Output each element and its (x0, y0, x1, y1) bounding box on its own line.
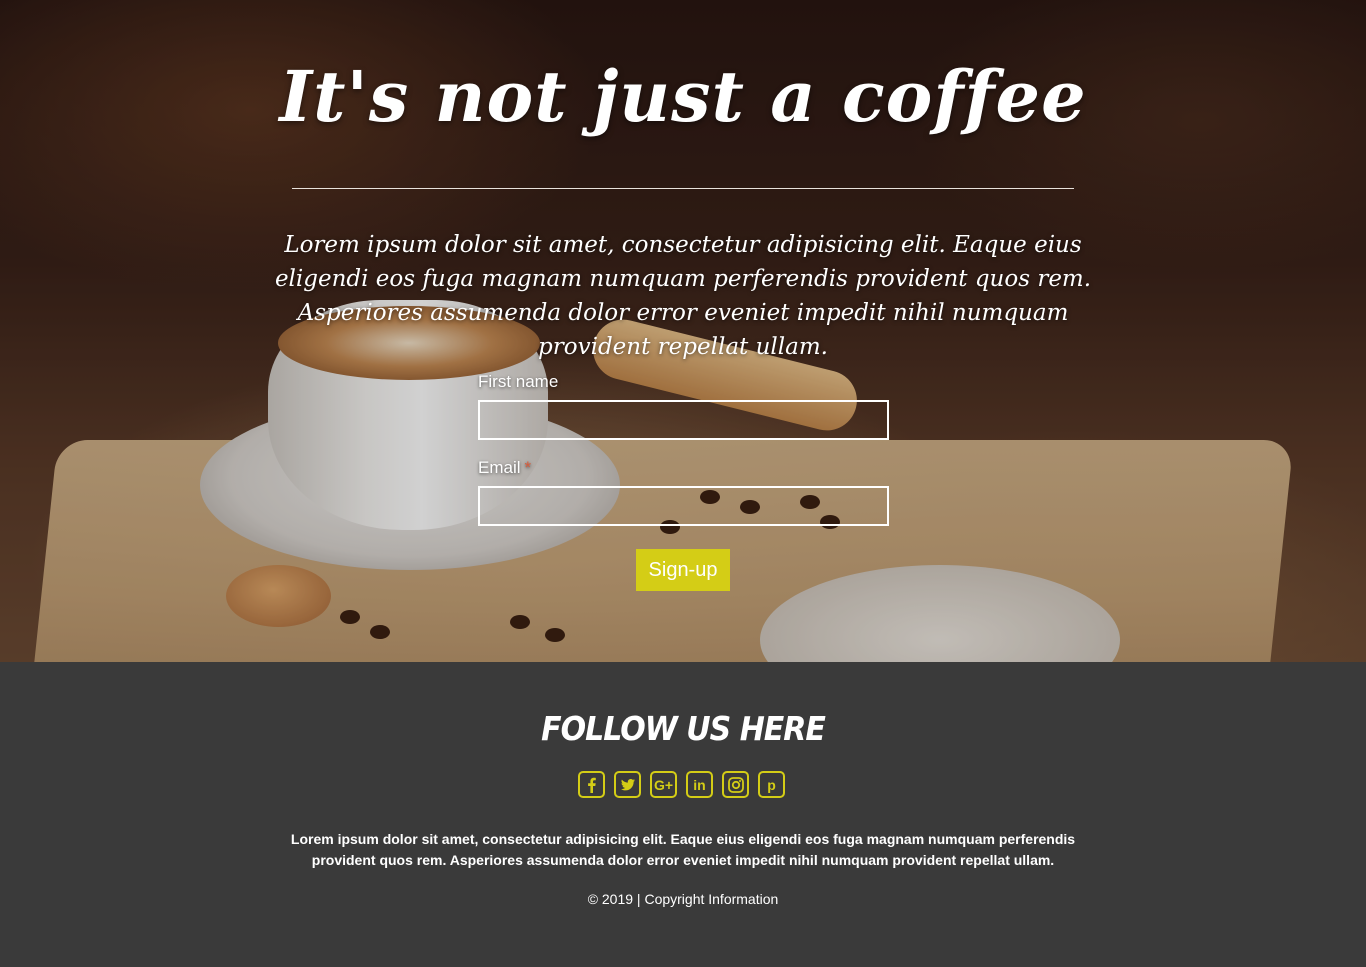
follow-heading: FOLLOW US HERE (541, 710, 826, 749)
facebook-icon[interactable] (578, 771, 605, 798)
twitter-icon[interactable] (614, 771, 641, 798)
instagram-icon[interactable] (722, 771, 749, 798)
social-links: G+ in p (578, 771, 785, 798)
first-name-field[interactable] (478, 400, 889, 440)
hero-content: It's not just a coffee Lorem ipsum dolor… (0, 0, 1366, 662)
linkedin-icon[interactable]: in (686, 771, 713, 798)
hero-intro-text: Lorem ipsum dolor sit amet, consectetur … (274, 232, 1092, 360)
title-divider (292, 188, 1074, 189)
google-plus-icon[interactable]: G+ (650, 771, 677, 798)
copyright-text: © 2019 | Copyright Information (587, 891, 779, 907)
pinterest-icon[interactable]: p (758, 771, 785, 798)
email-label-text: Email (478, 458, 521, 477)
email-field[interactable] (478, 486, 889, 526)
email-label: Email * (478, 458, 889, 478)
footer: FOLLOW US HERE G+ in p Lorem ipsum dolor… (0, 662, 1366, 967)
signup-button[interactable]: Sign-up (636, 549, 730, 591)
hero-section: It's not just a coffee Lorem ipsum dolor… (0, 0, 1366, 662)
signup-form: First name Email * (478, 372, 889, 526)
first-name-label: First name (478, 372, 889, 392)
hero-title: It's not just a coffee (279, 55, 1087, 138)
required-mark: * (524, 458, 532, 477)
footer-text: Lorem ipsum dolor sit amet, consectetur … (290, 831, 1076, 868)
first-name-label-text: First name (478, 372, 559, 391)
